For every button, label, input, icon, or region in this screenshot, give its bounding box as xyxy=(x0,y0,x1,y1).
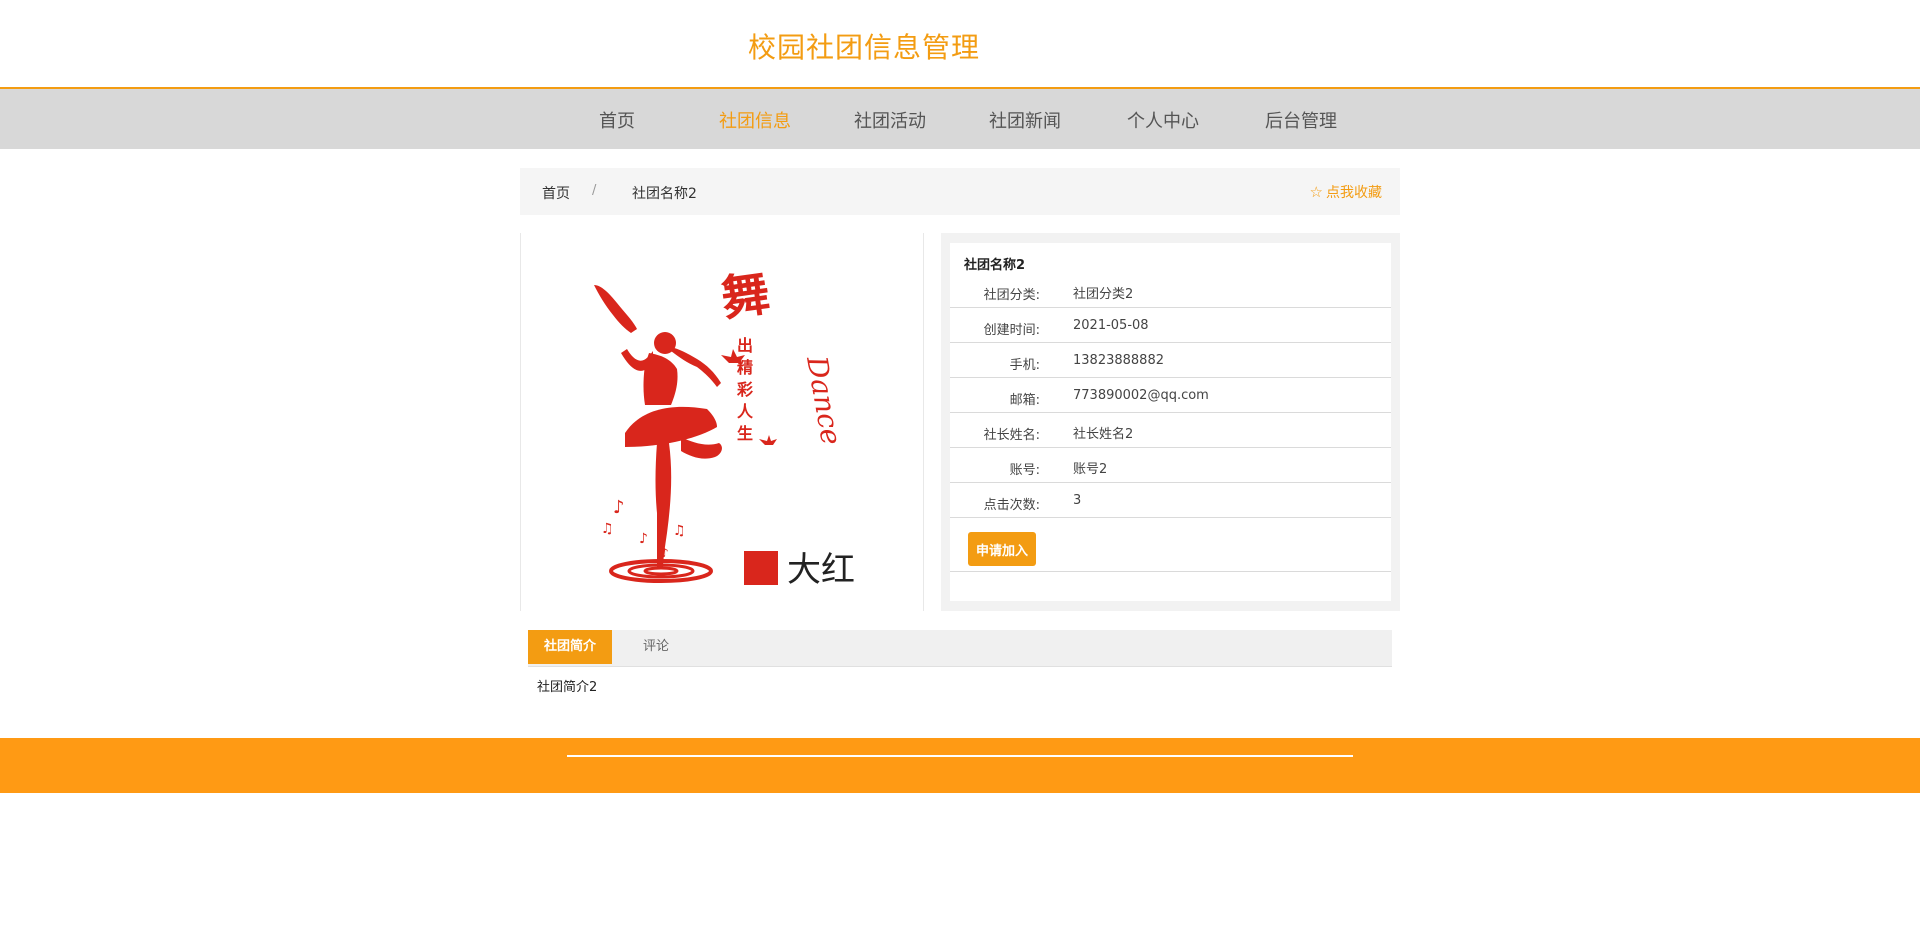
main-nav: 首页 社团信息 社团活动 社团新闻 个人中心 后台管理 xyxy=(0,89,1920,149)
club-info-card: 社团名称2 社团分类: 社团分类2 创建时间: 2021-05-08 手机: 1… xyxy=(950,243,1391,601)
phone-label: 手机: xyxy=(1009,358,1040,373)
favorite-button[interactable]: ☆ 点我收藏 xyxy=(1310,182,1382,202)
breadcrumb-current: 社团名称2 xyxy=(632,186,697,202)
star-outline-icon: ☆ xyxy=(1309,183,1323,201)
nav-item-admin[interactable]: 后台管理 xyxy=(1265,107,1337,133)
breadcrumb-separator: / xyxy=(592,183,597,198)
svg-text:♪: ♪ xyxy=(661,546,669,560)
info-row-category: 社团分类: 社团分类2 xyxy=(950,273,1391,308)
svg-text:♪: ♪ xyxy=(613,497,625,518)
category-value: 社团分类2 xyxy=(1073,287,1134,302)
site-header: 校园社团信息管理 xyxy=(0,0,1920,89)
clicks-label: 点击次数: xyxy=(983,498,1040,513)
nav-item-personal-center[interactable]: 个人中心 xyxy=(1127,107,1199,133)
ballerina-illustration: ♪ ♫ ♪ ♫ ♪ 舞 出 精 彩 人 生 Dance 大红 xyxy=(594,265,855,590)
svg-text:♫: ♫ xyxy=(601,521,614,537)
info-row-account: 账号: 账号2 xyxy=(950,448,1391,483)
club-info-panel: 社团名称2 社团分类: 社团分类2 创建时间: 2021-05-08 手机: 1… xyxy=(941,233,1400,611)
favorite-label: 点我收藏 xyxy=(1326,185,1382,201)
phone-value: 13823888882 xyxy=(1073,353,1164,368)
info-row-clicks: 点击次数: 3 xyxy=(950,483,1391,518)
slogan-char-2: 精 xyxy=(737,358,753,377)
email-label: 邮箱: xyxy=(1009,393,1040,408)
club-image: ♪ ♫ ♪ ♫ ♪ 舞 出 精 彩 人 生 Dance 大红 xyxy=(520,233,924,611)
detail-tabs: 社团简介 评论 xyxy=(528,630,1392,667)
email-value: 773890002@qq.com xyxy=(1073,388,1209,403)
tab-comments[interactable]: 评论 xyxy=(612,630,700,664)
president-value: 社长姓名2 xyxy=(1073,427,1134,442)
account-value: 账号2 xyxy=(1073,462,1108,477)
info-row-president: 社长姓名: 社长姓名2 xyxy=(950,413,1391,448)
nav-item-club-news[interactable]: 社团新闻 xyxy=(989,107,1061,133)
apply-row: 申请加入 xyxy=(950,526,1391,572)
account-label: 账号: xyxy=(1009,463,1040,478)
svg-text:♫: ♫ xyxy=(673,523,686,539)
slogan-char-4: 人 xyxy=(737,402,754,421)
club-intro-text: 社团简介2 xyxy=(537,680,598,695)
nav-item-home[interactable]: 首页 xyxy=(599,107,635,133)
club-name-title: 社团名称2 xyxy=(964,258,1026,273)
info-row-created: 创建时间: 2021-05-08 xyxy=(950,308,1391,343)
color-label: 大红 xyxy=(787,550,855,590)
apply-join-button[interactable]: 申请加入 xyxy=(968,532,1036,566)
color-swatch xyxy=(744,551,778,585)
slogan-char-5: 生 xyxy=(737,424,753,443)
category-label: 社团分类: xyxy=(983,288,1040,303)
president-label: 社长姓名: xyxy=(983,428,1040,443)
created-value: 2021-05-08 xyxy=(1073,318,1149,333)
info-row-phone: 手机: 13823888882 xyxy=(950,343,1391,378)
info-row-email: 邮箱: 773890002@qq.com xyxy=(950,378,1391,413)
breadcrumb: 首页 / 社团名称2 ☆ 点我收藏 xyxy=(520,168,1400,215)
slogan-char-3: 彩 xyxy=(736,380,753,399)
footer-divider xyxy=(567,755,1353,757)
site-title: 校园社团信息管理 xyxy=(748,31,981,64)
slogan-char-1: 出 xyxy=(737,336,753,355)
site-footer xyxy=(0,738,1920,793)
svg-text:♪: ♪ xyxy=(639,531,648,547)
created-label: 创建时间: xyxy=(983,323,1040,338)
nav-item-club-activities[interactable]: 社团活动 xyxy=(854,107,926,133)
tab-club-intro[interactable]: 社团简介 xyxy=(528,630,612,664)
clicks-value: 3 xyxy=(1073,493,1082,508)
calligraphy-char-dance: 舞 xyxy=(718,265,773,327)
nav-item-club-info[interactable]: 社团信息 xyxy=(719,107,791,133)
breadcrumb-home-link[interactable]: 首页 xyxy=(542,183,570,203)
script-dance-text: Dance xyxy=(800,353,848,448)
